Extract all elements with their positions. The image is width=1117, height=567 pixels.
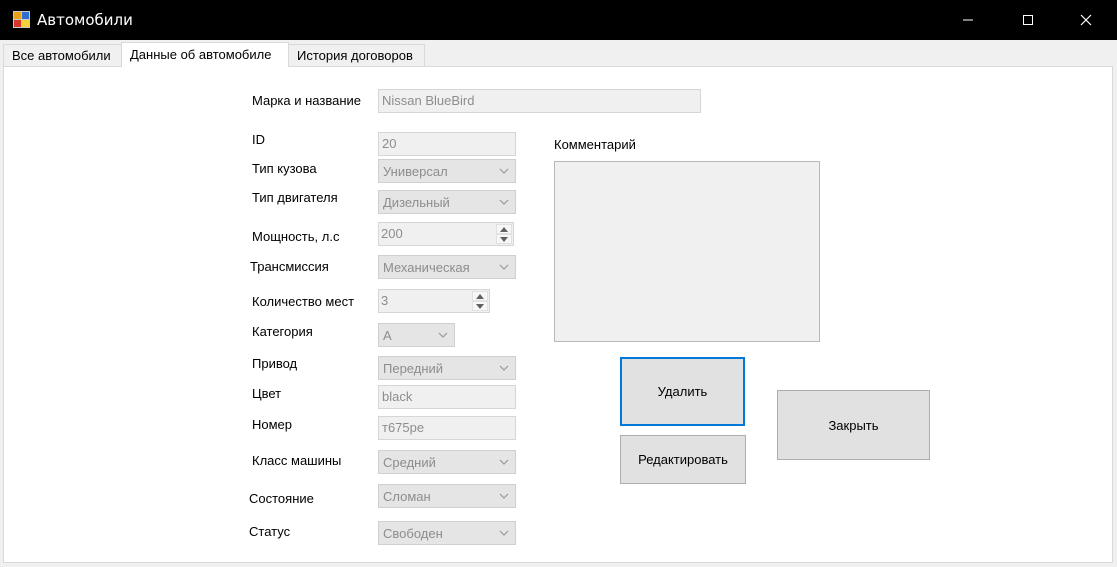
chevron-down-icon — [499, 168, 509, 174]
minimize-icon — [963, 19, 973, 21]
body-type-label: Тип кузова — [252, 161, 317, 176]
close-button[interactable] — [1063, 0, 1109, 40]
power-label: Мощность, л.с — [252, 229, 340, 244]
color-field[interactable]: black — [378, 385, 516, 409]
edit-button[interactable]: Редактировать — [620, 435, 746, 484]
close-icon — [1080, 14, 1092, 26]
seats-value: 3 — [381, 293, 389, 308]
close-form-button[interactable]: Закрыть — [777, 390, 930, 460]
id-field[interactable]: 20 — [378, 132, 516, 156]
chevron-down-icon — [499, 459, 509, 465]
category-label: Категория — [252, 324, 313, 339]
chevron-down-icon — [499, 199, 509, 205]
tab-all-cars[interactable]: Все автомобили — [3, 44, 122, 66]
plate-field[interactable]: т675ре — [378, 416, 516, 440]
plate-label: Номер — [252, 417, 293, 432]
transmission-value: Механическая — [383, 260, 470, 275]
arrow-up-icon — [500, 226, 508, 232]
car-class-select[interactable]: Средний — [378, 450, 516, 474]
status-value: Свободен — [383, 526, 443, 541]
drive-select[interactable]: Передний — [378, 356, 516, 380]
delete-button[interactable]: Удалить — [620, 357, 745, 426]
minimize-button[interactable] — [945, 0, 991, 40]
chevron-down-icon — [499, 493, 509, 499]
color-label: Цвет — [252, 386, 282, 401]
arrow-down-icon — [500, 236, 508, 242]
drive-label: Привод — [252, 356, 298, 371]
body-type-select[interactable]: Универсал — [378, 159, 516, 183]
window-client-area: Все автомобили Данные об автомобиле Исто… — [0, 40, 1117, 567]
maximize-button[interactable] — [1005, 0, 1051, 40]
seats-down-button[interactable] — [472, 301, 488, 311]
engine-type-select[interactable]: Дизельный — [378, 190, 516, 214]
seats-label: Количество мест — [252, 294, 355, 309]
tab-car-details[interactable]: Данные об автомобиле — [121, 42, 289, 67]
seats-stepper[interactable]: 3 — [378, 289, 490, 313]
condition-label: Состояние — [249, 491, 314, 506]
chevron-down-icon — [499, 530, 509, 536]
power-value: 200 — [381, 226, 403, 241]
power-up-button[interactable] — [496, 224, 512, 234]
drive-value: Передний — [383, 361, 444, 376]
condition-select[interactable]: Сломан — [378, 484, 516, 508]
category-select[interactable]: A — [378, 323, 455, 347]
car-class-value: Средний — [383, 455, 436, 470]
arrow-up-icon — [476, 293, 484, 299]
tab-contract-history[interactable]: История договоров — [288, 44, 425, 66]
chevron-down-icon — [499, 365, 509, 371]
maximize-icon — [1023, 15, 1033, 25]
comment-textarea[interactable] — [554, 161, 820, 342]
title-bar: Автомобили — [0, 0, 1117, 40]
body-type-value: Универсал — [383, 164, 448, 179]
chevron-down-icon — [438, 332, 448, 338]
status-label: Статус — [249, 524, 291, 539]
status-select[interactable]: Свободен — [378, 521, 516, 545]
app-icon — [13, 11, 30, 28]
transmission-select[interactable]: Механическая — [378, 255, 516, 279]
window-title: Автомобили — [37, 11, 133, 29]
condition-value: Сломан — [383, 489, 431, 504]
engine-type-label: Тип двигателя — [252, 190, 338, 205]
power-down-button[interactable] — [496, 234, 512, 244]
name-label: Марка и название — [252, 93, 362, 108]
engine-type-value: Дизельный — [383, 195, 450, 210]
transmission-label: Трансмиссия — [250, 259, 329, 274]
arrow-down-icon — [476, 303, 484, 309]
comment-label: Комментарий — [554, 137, 636, 152]
id-label: ID — [252, 132, 265, 147]
category-value: A — [383, 328, 392, 343]
power-stepper[interactable]: 200 — [378, 222, 514, 246]
car-class-label: Класс машины — [252, 453, 342, 468]
name-field[interactable]: Nissan BlueBird — [378, 89, 701, 113]
seats-up-button[interactable] — [472, 291, 488, 301]
chevron-down-icon — [499, 264, 509, 270]
